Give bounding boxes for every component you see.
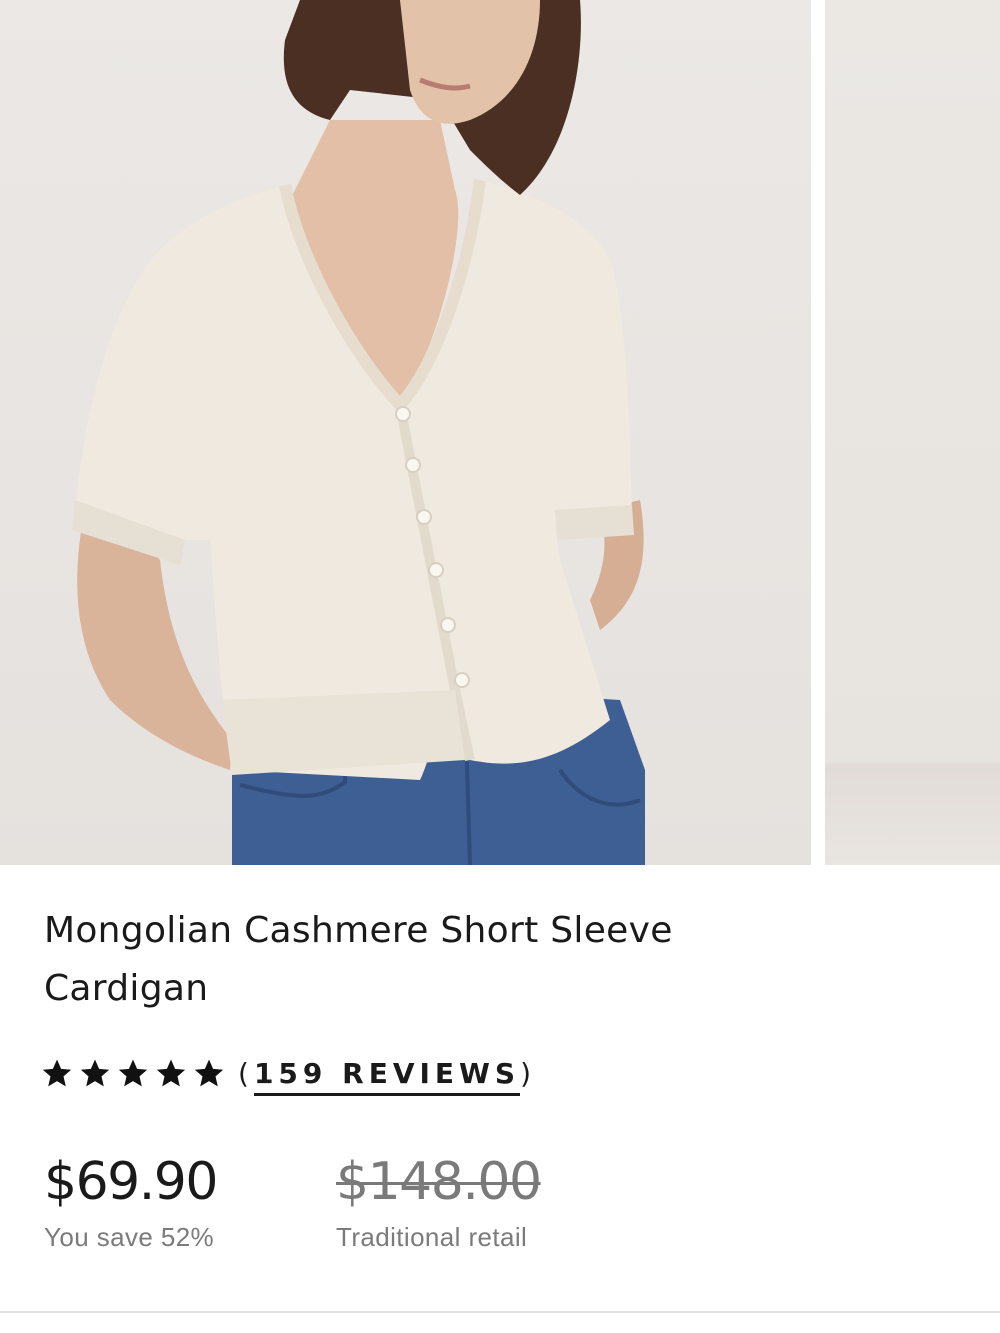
star-rating <box>40 1056 226 1090</box>
original-price-block: $148.00 Traditional retail <box>336 1148 542 1253</box>
product-image-next[interactable] <box>825 0 1000 865</box>
reviews-open-paren: ( <box>238 1056 254 1090</box>
star-icon <box>80 1059 110 1087</box>
reviews-link[interactable]: ( 159 REVIEWS ) <box>238 1051 536 1096</box>
rating-row: ( 159 REVIEWS ) <box>40 1048 536 1098</box>
reviews-close-paren: ) <box>520 1056 537 1090</box>
star-icon <box>194 1059 224 1087</box>
star-icon <box>42 1059 72 1087</box>
original-price: $148.00 <box>336 1152 542 1212</box>
reviews-count[interactable]: 159 REVIEWS <box>253 1057 521 1096</box>
section-divider <box>0 1311 1000 1313</box>
product-title: Mongolian Cashmere Short Sleeve Cardigan <box>44 910 673 1009</box>
star-icon <box>156 1059 186 1087</box>
star-icon <box>118 1059 148 1087</box>
product-photo-partial <box>825 0 1000 865</box>
original-price-label: Traditional retail <box>336 1222 528 1252</box>
product-photo <box>72 0 645 865</box>
sale-price-block: $69.90 You save 52% <box>44 1148 218 1253</box>
savings-text: You save 52% <box>44 1222 215 1252</box>
image-gallery[interactable] <box>0 0 1000 865</box>
sale-price: $69.90 <box>44 1152 218 1212</box>
product-image-main[interactable] <box>0 0 811 865</box>
